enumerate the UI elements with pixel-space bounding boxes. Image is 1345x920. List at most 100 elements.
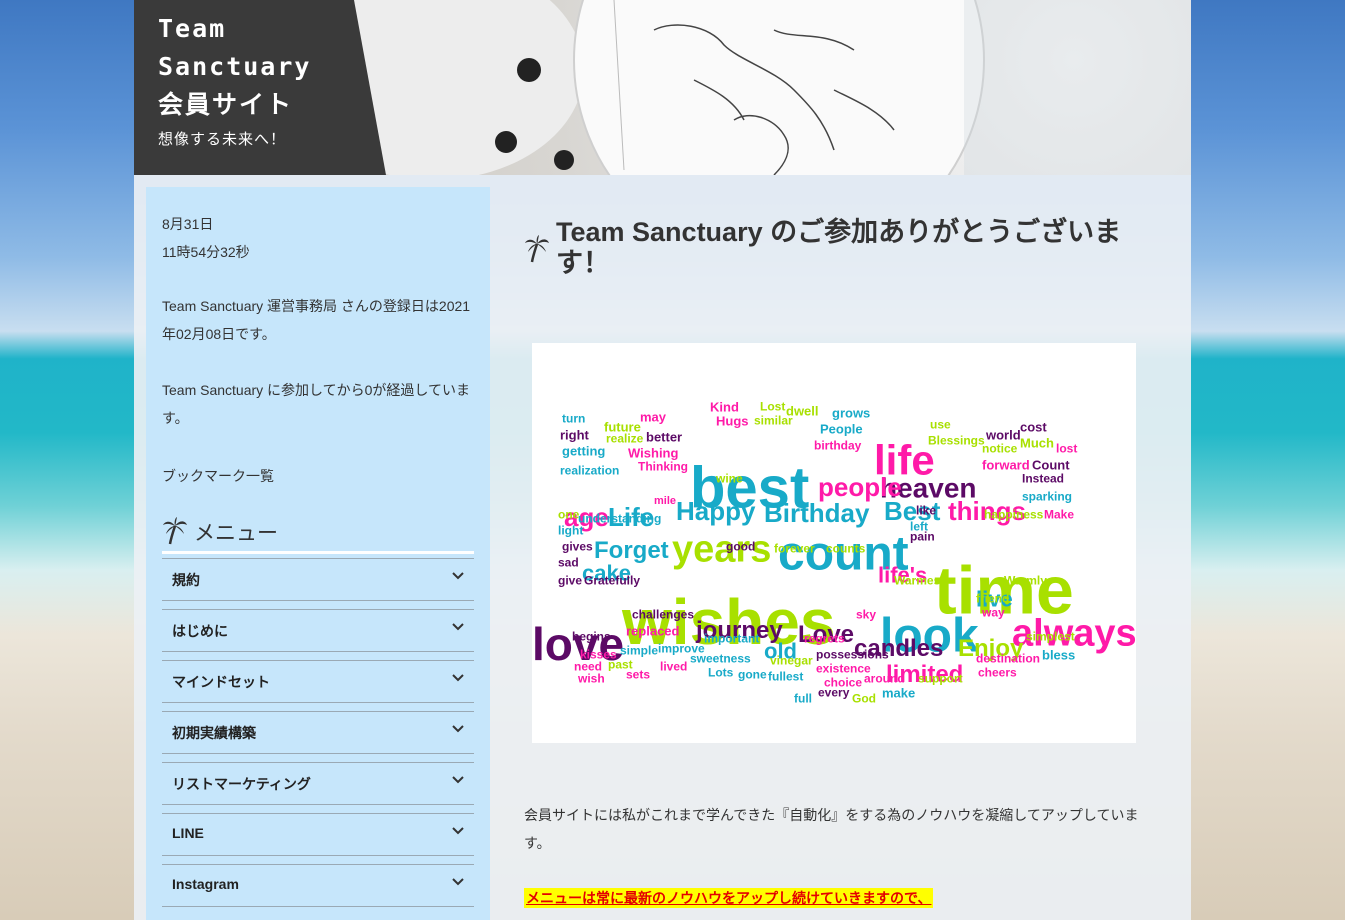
menu-item-initial-results[interactable]: 初期実績構築 [162, 711, 474, 754]
menu-item-label: LINE [172, 825, 204, 841]
word-cloud-word: light [558, 524, 583, 538]
chevron-down-icon[interactable] [452, 877, 464, 887]
menu-item-introduction[interactable]: はじめに [162, 609, 474, 652]
word-cloud-word: future [604, 419, 641, 434]
word-cloud-word: mile [654, 495, 676, 507]
word-cloud-word: forward [982, 457, 1030, 472]
word-cloud-word: regrets [804, 632, 845, 646]
word-cloud-word: use [930, 418, 951, 432]
post-title: Team Sanctuary のご参加ありがとうございます！ [556, 217, 1122, 278]
word-cloud-word: give [558, 574, 582, 588]
menu-item-list-marketing[interactable]: リストマーケティング [162, 762, 474, 805]
word-cloud-word: Wishing [628, 445, 678, 460]
chevron-down-icon[interactable] [452, 622, 464, 632]
word-cloud-word: gone [738, 668, 767, 682]
menu-item-label: はじめに [172, 623, 228, 639]
word-cloud-word: forever [774, 542, 815, 556]
word-cloud-word: vinegar [770, 654, 813, 668]
highlight-notice: メニューは常に最新のノウハウをアップし続けていきますので、 [524, 888, 934, 908]
menu-item-label: 初期実績構築 [172, 725, 256, 741]
word-cloud-word: getting [562, 443, 605, 458]
word-cloud-word: may [640, 409, 667, 424]
word-cloud-word: fullest [768, 670, 803, 684]
word-cloud-word: sad [558, 556, 579, 570]
word-cloud-word: make [882, 685, 915, 700]
word-cloud-word: Happy [676, 496, 756, 526]
word-cloud-word: challenges [632, 608, 694, 622]
body-text: 会員サイトには私がこれまで学んできた『自動化』をする為のノウハウを凝縮してアップ… [524, 807, 1139, 851]
word-cloud-image: wishes time best love look count life years alwa… [532, 343, 1137, 743]
word-cloud-word: understanding [578, 512, 661, 526]
word-cloud-word: Hugs [716, 413, 749, 428]
word-cloud-svg: wishes timebestlove lookcountlifeyearsalwa… [532, 399, 1137, 706]
word-cloud-word: Warmly [1004, 574, 1047, 588]
menu-item-terms[interactable]: 規約 [162, 558, 474, 601]
site-title[interactable]: Team Sanctuary 会員サイト [158, 10, 311, 124]
content-frame: 8月31日 11時54分32秒 Team Sanctuary 運営事務局 さんの… [134, 175, 1191, 920]
word-cloud-word: years [672, 528, 771, 570]
word-cloud-word: destination [976, 652, 1040, 666]
word-cloud-word: like [916, 504, 936, 518]
chevron-down-icon[interactable] [452, 571, 464, 581]
word-cloud-word: full [794, 692, 812, 706]
word-cloud-word: Blessings [928, 434, 985, 448]
site-tagline: 想像する未来へ！ [158, 130, 287, 148]
word-cloud-word: begins [572, 630, 611, 644]
word-cloud-word: choice [824, 676, 862, 690]
sidebar: 8月31日 11時54分32秒 Team Sanctuary 運営事務局 さんの… [146, 187, 490, 920]
chevron-down-icon[interactable] [452, 775, 464, 785]
word-cloud-word: right [560, 427, 590, 442]
word-cloud-word: realization [560, 464, 619, 478]
word-cloud-word: Warmest [894, 574, 944, 588]
word-cloud-word: important [704, 632, 759, 646]
word-cloud-word: birthday [814, 439, 862, 453]
bookmark-list-link[interactable]: ブックマーク一覧 [162, 466, 274, 486]
current-time: 11時54分32秒 [162, 244, 250, 260]
word-cloud-word: kisses [580, 648, 617, 662]
word-cloud-word: grows [832, 405, 870, 420]
word-cloud-word: world [985, 427, 1021, 442]
word-cloud-word: lost [1056, 442, 1077, 456]
word-cloud-word: Count [1032, 457, 1070, 472]
word-cloud-word: bless [1042, 647, 1075, 662]
word-cloud-word: counts [826, 542, 866, 556]
menu-item-line[interactable]: LINE [162, 813, 474, 856]
chevron-down-icon[interactable] [452, 724, 464, 734]
menu-heading-label: メニュー [194, 522, 278, 545]
menu-item-label: Instagram [172, 876, 239, 892]
word-cloud-word: turn [562, 412, 585, 426]
word-cloud-word: happiness [984, 508, 1044, 522]
site-header: Team Sanctuary 会員サイト 想像する未来へ！ [134, 0, 1191, 175]
word-cloud-word: simplest [1026, 630, 1075, 644]
word-cloud-word: existence [816, 662, 871, 676]
word-cloud-word: People [820, 421, 863, 436]
word-cloud-word: sweetness [690, 652, 751, 666]
word-cloud-word: similar [754, 414, 793, 428]
word-cloud-word: support [918, 672, 963, 686]
current-date: 8月31日 [162, 216, 214, 232]
word-cloud-word: notice [982, 442, 1018, 456]
menu-item-mindset[interactable]: マインドセット [162, 660, 474, 703]
word-cloud-word: cost [1020, 419, 1047, 434]
word-cloud-word: wine [715, 472, 743, 486]
word-cloud-word: better [646, 429, 682, 444]
word-cloud-word: Thinking [638, 460, 688, 474]
word-cloud-word: sky [856, 608, 876, 622]
chevron-down-icon[interactable] [452, 673, 464, 683]
menu-item-label: マインドセット [172, 674, 270, 690]
registration-info: Team Sanctuary 運営事務局 さんの登録日は2021年02月08日で… [162, 298, 471, 342]
menu-item-label: リストマーケティング [172, 776, 311, 792]
menu-item-instagram[interactable]: Instagram [162, 864, 474, 907]
word-cloud-word: replaced [626, 623, 680, 638]
word-cloud-word: lived [660, 660, 687, 674]
main-content: Team Sanctuary のご参加ありがとうございます！ wishes tim… [510, 175, 1180, 920]
word-cloud-word: Kind [710, 399, 739, 414]
elapsed-info: Team Sanctuary に参加してから0が経過しています。 [162, 382, 470, 426]
word-cloud-word: Instead [1022, 472, 1064, 486]
word-cloud-word: good [726, 540, 755, 554]
chevron-down-icon[interactable] [452, 826, 464, 836]
word-cloud-word: Lots [708, 666, 734, 680]
word-cloud-word: way [981, 606, 1005, 620]
word-cloud-word: Make [1044, 508, 1074, 522]
word-cloud-word: Lost [760, 400, 785, 414]
